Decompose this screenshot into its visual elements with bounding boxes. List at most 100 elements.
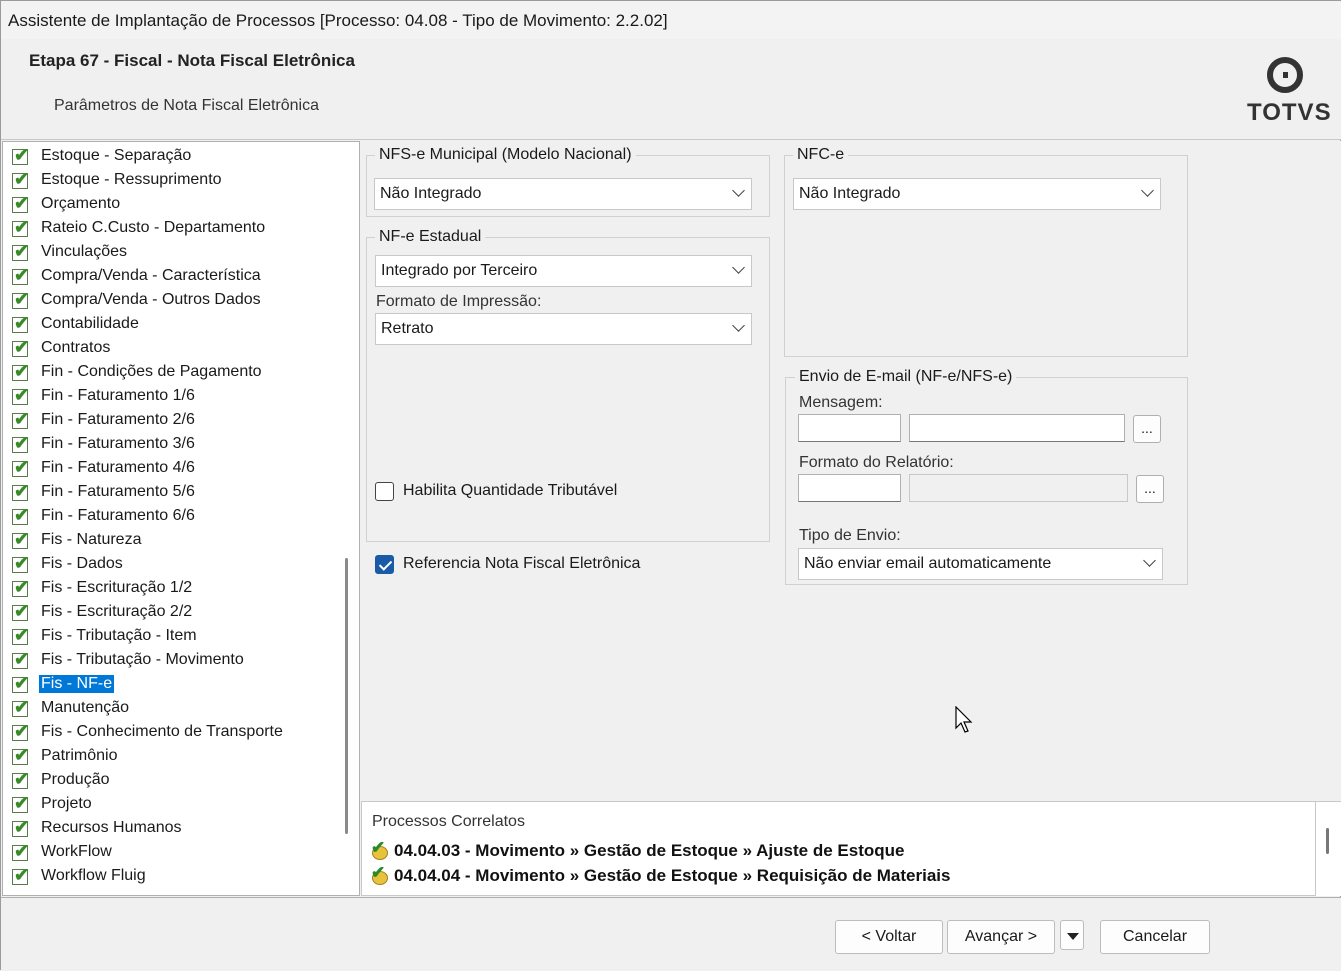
tree-item-label: Fin - Faturamento 2/6 bbox=[41, 411, 195, 428]
formato-relatorio-lookup-button[interactable]: ... bbox=[1136, 475, 1164, 503]
nfce-select-value: Não Integrado bbox=[799, 185, 901, 202]
step-title: Etapa 67 - Fiscal - Nota Fiscal Eletrôni… bbox=[29, 51, 355, 70]
tree-item[interactable]: ✔ Recursos Humanos bbox=[11, 817, 184, 839]
wizard-footer: < Voltar Avançar > Cancelar bbox=[1, 897, 1341, 971]
tree-item[interactable]: ✔ Fin - Faturamento 1/6 bbox=[11, 385, 197, 407]
tree-item[interactable]: ✔ Fis - Dados bbox=[11, 553, 125, 575]
tree-scrollbar[interactable] bbox=[345, 558, 348, 834]
tree-item[interactable]: ✔ Fis - Escrituração 2/2 bbox=[11, 601, 194, 623]
nfe-estadual-select[interactable]: Integrado por Terceiro bbox=[375, 255, 752, 287]
tree-item-label: Fis - Escrituração 1/2 bbox=[41, 579, 193, 596]
tree-item[interactable]: ✔ Projeto bbox=[11, 793, 94, 815]
tree-item[interactable]: ✔ Fis - Tributação - Movimento bbox=[11, 649, 246, 671]
related-processes-panel: Processos Correlatos ✔ 04.04.03 - Movime… bbox=[361, 801, 1316, 896]
tipo-envio-label: Tipo de Envio: bbox=[799, 527, 901, 544]
mensagem-description-input[interactable] bbox=[909, 414, 1125, 442]
tree-item[interactable]: ✔ Fin - Faturamento 2/6 bbox=[11, 409, 197, 431]
tree-item-label: Fis - Dados bbox=[41, 555, 123, 572]
tree-item[interactable]: ✔ Patrimônio bbox=[11, 745, 119, 767]
totvs-logo-text: TOTVS bbox=[1247, 99, 1332, 126]
mensagem-code-input[interactable] bbox=[798, 414, 901, 442]
checked-step-icon: ✔ bbox=[12, 673, 30, 693]
tree-item-label: Fin - Faturamento 1/6 bbox=[41, 387, 195, 404]
next-dropdown-button[interactable] bbox=[1060, 920, 1084, 950]
habilita-quantidade-checkbox[interactable] bbox=[375, 482, 394, 501]
tree-item-label: Fis - Natureza bbox=[41, 531, 142, 548]
tree-item[interactable]: ✔ Produção bbox=[11, 769, 112, 791]
tree-item[interactable]: ✔ Fin - Faturamento 5/6 bbox=[11, 481, 197, 503]
tree-item-label: Fin - Faturamento 6/6 bbox=[41, 507, 195, 524]
tree-item[interactable]: ✔ Workflow Fluig bbox=[11, 865, 148, 887]
checked-step-icon: ✔ bbox=[12, 337, 30, 357]
tree-item[interactable]: ✔ Fin - Faturamento 3/6 bbox=[11, 433, 197, 455]
checked-step-icon: ✔ bbox=[12, 385, 30, 405]
checked-step-icon: ✔ bbox=[12, 553, 30, 573]
tipo-envio-select[interactable]: Não enviar email automaticamente bbox=[798, 548, 1163, 580]
nfse-select[interactable]: Não Integrado bbox=[374, 178, 752, 210]
tree-item[interactable]: ✔ Fis - Natureza bbox=[11, 529, 143, 551]
related-process-item[interactable]: ✔ 04.04.04 - Movimento » Gestão de Estoq… bbox=[370, 863, 950, 886]
tree-item[interactable]: ✔ Fin - Faturamento 6/6 bbox=[11, 505, 197, 527]
window-title: Assistente de Implantação de Processos [… bbox=[1, 1, 1341, 39]
tree-item[interactable]: ✔ Contabilidade bbox=[11, 313, 141, 335]
chevron-down-icon bbox=[732, 184, 745, 197]
tree-item-label: Contabilidade bbox=[41, 315, 139, 332]
tree-item-label: Projeto bbox=[41, 795, 92, 812]
tree-item-label: Compra/Venda - Outros Dados bbox=[41, 291, 261, 308]
process-check-icon: ✔ bbox=[370, 838, 390, 861]
tree-item[interactable]: ✔ Compra/Venda - Outros Dados bbox=[11, 289, 263, 311]
checked-step-icon: ✔ bbox=[12, 241, 30, 261]
tree-item[interactable]: ✔ Vinculações bbox=[11, 241, 129, 263]
tree-item[interactable]: ✔ Fis - Tributação - Item bbox=[11, 625, 199, 647]
steps-tree[interactable]: ✔ Estoque - Separação ✔ Estoque - Ressuprim… bbox=[2, 141, 360, 896]
related-scrollbar[interactable] bbox=[1316, 801, 1341, 896]
formato-relatorio-code-input[interactable] bbox=[798, 474, 901, 502]
checked-step-icon: ✔ bbox=[12, 841, 30, 861]
cancel-button[interactable]: Cancelar bbox=[1100, 920, 1210, 954]
referencia-nfe-checkbox[interactable] bbox=[375, 555, 394, 574]
tree-item-label: Workflow Fluig bbox=[41, 867, 146, 884]
step-form: NFS-e Municipal (Modelo Nacional) Não In… bbox=[361, 141, 1341, 801]
checked-step-icon: ✔ bbox=[12, 289, 30, 309]
checked-step-icon: ✔ bbox=[12, 793, 30, 813]
print-format-select[interactable]: Retrato bbox=[375, 313, 752, 345]
tipo-envio-select-value: Não enviar email automaticamente bbox=[804, 555, 1052, 572]
checked-step-icon: ✔ bbox=[12, 745, 30, 765]
checked-step-icon: ✔ bbox=[12, 409, 30, 429]
tree-item[interactable]: ✔ WorkFlow bbox=[11, 841, 114, 863]
formato-relatorio-label: Formato do Relatório: bbox=[799, 454, 954, 471]
referencia-nfe-label: Referencia Nota Fiscal Eletrônica bbox=[403, 555, 641, 572]
tree-item[interactable]: ✔ Contratos bbox=[11, 337, 112, 359]
checked-step-icon: ✔ bbox=[12, 265, 30, 285]
tree-item-label: Recursos Humanos bbox=[41, 819, 182, 836]
tree-item[interactable]: ✔ Compra/Venda - Característica bbox=[11, 265, 263, 287]
chevron-down-icon bbox=[1143, 554, 1156, 567]
tree-item[interactable]: ✔ Rateio C.Custo - Departamento bbox=[11, 217, 267, 239]
tree-item[interactable]: ✔ Orçamento bbox=[11, 193, 122, 215]
process-check-icon: ✔ bbox=[370, 863, 390, 886]
wizard-header: Etapa 67 - Fiscal - Nota Fiscal Eletrôni… bbox=[1, 39, 1341, 140]
checked-step-icon: ✔ bbox=[12, 649, 30, 669]
related-process-item[interactable]: ✔ 04.04.03 - Movimento » Gestão de Estoq… bbox=[370, 838, 904, 861]
tree-item-label: Estoque - Separação bbox=[41, 147, 192, 164]
tree-item-label: WorkFlow bbox=[41, 843, 112, 860]
mensagem-lookup-button[interactable]: ... bbox=[1133, 415, 1161, 443]
nfe-estadual-select-value: Integrado por Terceiro bbox=[381, 262, 538, 279]
tree-item-label: Vinculações bbox=[41, 243, 127, 260]
checked-step-icon: ✔ bbox=[12, 817, 30, 837]
tree-item[interactable]: ✔ Fin - Faturamento 4/6 bbox=[11, 457, 197, 479]
nfce-select[interactable]: Não Integrado bbox=[793, 178, 1161, 210]
tree-item-label: Fis - Escrituração 2/2 bbox=[41, 603, 193, 620]
tree-item[interactable]: ✔ Fis - Conhecimento de Transporte bbox=[11, 721, 285, 743]
checked-step-icon: ✔ bbox=[12, 433, 30, 453]
tree-item[interactable]: ✔ Fin - Condições de Pagamento bbox=[11, 361, 264, 383]
checked-step-icon: ✔ bbox=[12, 601, 30, 621]
back-button[interactable]: < Voltar bbox=[835, 920, 943, 954]
tree-item[interactable]: ✔ Estoque - Separação bbox=[11, 145, 193, 167]
tree-item[interactable]: ✔ Fis - NF-e bbox=[11, 673, 115, 695]
tree-item[interactable]: ✔ Fis - Escrituração 1/2 bbox=[11, 577, 194, 599]
checked-step-icon: ✔ bbox=[12, 145, 30, 165]
next-button[interactable]: Avançar > bbox=[947, 920, 1055, 954]
tree-item[interactable]: ✔ Estoque - Ressuprimento bbox=[11, 169, 224, 191]
tree-item[interactable]: ✔ Manutenção bbox=[11, 697, 131, 719]
